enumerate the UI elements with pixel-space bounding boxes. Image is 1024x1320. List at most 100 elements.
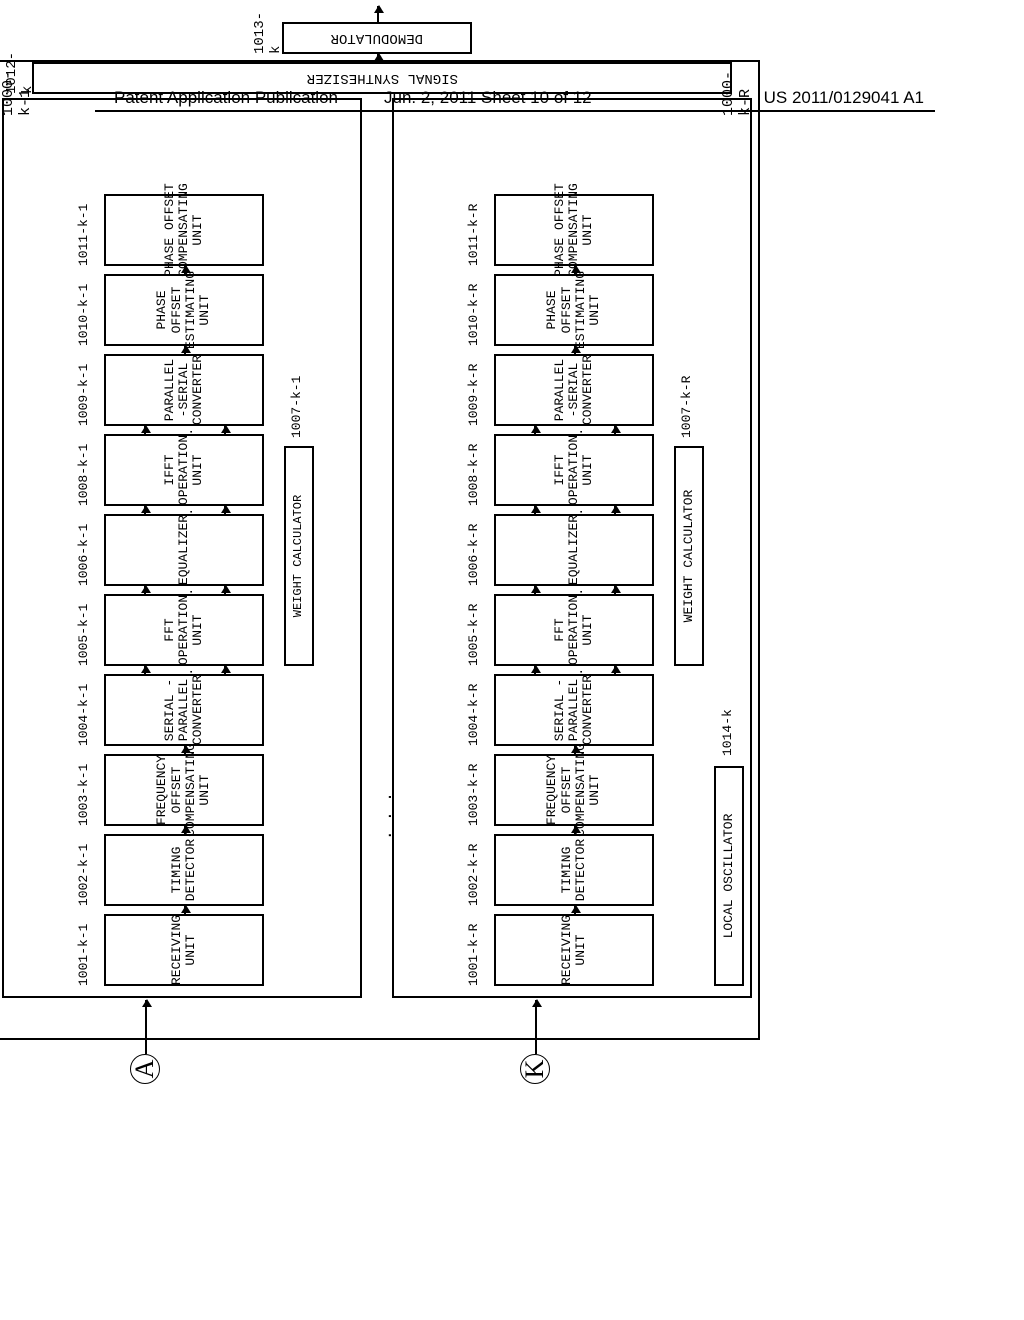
receiving-unit-r-label: RECEIVING UNIT xyxy=(560,915,589,985)
antenna-k-icon: K xyxy=(520,1054,550,1084)
serial-parallel-1-ref: 1004-k-1 xyxy=(76,684,91,746)
local-oscillator-label: LOCAL OSCILLATOR xyxy=(722,814,736,939)
arrow-icon xyxy=(224,666,226,674)
arrow-icon xyxy=(144,666,146,674)
ifft-unit-1-ref: 1008-k-1 xyxy=(76,444,91,506)
fft-unit-1: FFT OPERATION UNIT xyxy=(104,594,264,666)
parallel-serial-r: PARALLEL -SERIAL CONVERTER xyxy=(494,354,654,426)
arrow-icon xyxy=(144,506,146,514)
equalizer-r: EQUALIZER xyxy=(494,514,654,586)
signal-synthesizer: SIGNAL SYNTHESIZER xyxy=(32,62,732,94)
arrow-icon xyxy=(144,586,146,594)
timing-detector-r-label: TIMING DETECTOR xyxy=(560,838,589,902)
equalizer-1-ref: 1006-k-1 xyxy=(76,524,91,586)
parallel-serial-1: PARALLEL -SERIAL CONVERTER xyxy=(104,354,264,426)
figure-area: FIG. 12 . . . 5001-k A K 1000-k-1 RECEIV… xyxy=(0,300,1024,1080)
serial-parallel-r: SERIAL -PARALLEL CONVERTER xyxy=(494,674,654,746)
arrow-icon xyxy=(224,586,226,594)
fft-unit-r: FFT OPERATION UNIT xyxy=(494,594,654,666)
local-oscillator-ref: 1014-k xyxy=(720,709,735,756)
ifft-unit-r-label: IFFT OPERATION UNIT xyxy=(553,435,596,505)
freq-offset-comp-r-label: FREQUENCY OFFSET COMPENSATING UNIT xyxy=(545,743,602,837)
phase-offset-est-1: PHASE OFFSET ESTIMATING UNIT xyxy=(104,274,264,346)
branch-r: 1000-k-R RECEIVING UNIT 1001-k-R TIMING … xyxy=(392,98,752,998)
phase-offset-est-r: PHASE OFFSET ESTIMATING UNIT xyxy=(494,274,654,346)
fft-unit-1-ref: 1005-k-1 xyxy=(76,604,91,666)
weight-calc-1-ref: 1007-k-1 xyxy=(289,376,304,438)
ifft-unit-r: IFFT OPERATION UNIT xyxy=(494,434,654,506)
receiving-unit-r: RECEIVING UNIT xyxy=(494,914,654,986)
freq-offset-comp-1-label: FREQUENCY OFFSET COMPENSATING UNIT xyxy=(155,743,212,837)
timing-detector-r: TIMING DETECTOR xyxy=(494,834,654,906)
weight-calc-r-label: WEIGHT CALCULATOR xyxy=(682,490,696,623)
ifft-unit-r-ref: 1008-k-R xyxy=(466,444,481,506)
phase-offset-comp-1: PHASE OFFSET COMPENSATING UNIT xyxy=(104,194,264,266)
parallel-serial-1-label: PARALLEL -SERIAL CONVERTER xyxy=(163,355,206,425)
antenna-k-line xyxy=(535,1000,537,1054)
serial-parallel-r-label: SERIAL -PARALLEL CONVERTER xyxy=(553,675,596,745)
freq-offset-comp-1: FREQUENCY OFFSET COMPENSATING UNIT xyxy=(104,754,264,826)
ifft-unit-1-label: IFFT OPERATION UNIT xyxy=(163,435,206,505)
arrow-icon xyxy=(224,426,226,434)
signal-synthesizer-ref: 1012-k xyxy=(4,52,36,94)
page: Patent Application Publication Jun. 2, 2… xyxy=(0,0,1024,1320)
arrow-icon xyxy=(574,906,576,914)
phase-offset-comp-r-label: PHASE OFFSET COMPENSATING UNIT xyxy=(553,183,596,277)
weight-calc-r-ref: 1007-k-R xyxy=(679,376,694,438)
arrow-icon xyxy=(614,586,616,594)
receiving-unit-1: RECEIVING UNIT xyxy=(104,914,264,986)
arrow-icon xyxy=(534,426,536,434)
weight-calc-1: WEIGHT CALCULATOR xyxy=(284,446,314,666)
phase-offset-est-r-label: PHASE OFFSET ESTIMATING UNIT xyxy=(545,271,602,349)
arrow-icon xyxy=(614,426,616,434)
weight-calc-r: WEIGHT CALCULATOR xyxy=(674,446,704,666)
ifft-unit-1: IFFT OPERATION UNIT xyxy=(104,434,264,506)
header-right: US 2011/0129041 A1 xyxy=(764,88,924,108)
receiving-unit-1-ref: 1001-k-1 xyxy=(76,924,91,986)
parallel-serial-1-ref: 1009-k-1 xyxy=(76,364,91,426)
arrow-icon xyxy=(377,54,379,62)
signal-synthesizer-label: SIGNAL SYNTHESIZER xyxy=(306,70,457,86)
phase-offset-comp-r-ref: 1011-k-R xyxy=(466,204,481,266)
arrow-icon xyxy=(184,906,186,914)
phase-offset-comp-1-ref: 1011-k-1 xyxy=(76,204,91,266)
timing-detector-1-ref: 1002-k-1 xyxy=(76,844,91,906)
local-oscillator: LOCAL OSCILLATOR xyxy=(714,766,744,986)
freq-offset-comp-1-ref: 1003-k-1 xyxy=(76,764,91,826)
arrow-icon xyxy=(574,746,576,754)
arrow-icon xyxy=(534,506,536,514)
antenna-a-icon: A xyxy=(130,1054,160,1084)
arrow-icon xyxy=(614,506,616,514)
serial-parallel-r-ref: 1004-k-R xyxy=(466,684,481,746)
timing-detector-1: TIMING DETECTOR xyxy=(104,834,264,906)
timing-detector-r-ref: 1002-k-R xyxy=(466,844,481,906)
branch-1: 1000-k-1 RECEIVING UNIT 1001-k-1 TIMING … xyxy=(2,98,362,998)
phase-offset-comp-1-label: PHASE OFFSET COMPENSATING UNIT xyxy=(163,183,206,277)
serial-parallel-1: SERIAL -PARALLEL CONVERTER xyxy=(104,674,264,746)
equalizer-1: EQUALIZER xyxy=(104,514,264,586)
arrow-icon xyxy=(534,666,536,674)
fft-unit-r-label: FFT OPERATION UNIT xyxy=(553,595,596,665)
phase-offset-est-r-ref: 1010-k-R xyxy=(466,284,481,346)
fft-unit-1-label: FFT OPERATION UNIT xyxy=(163,595,206,665)
timing-detector-1-label: TIMING DETECTOR xyxy=(170,838,199,902)
weight-calc-1-label: WEIGHT CALCULATOR xyxy=(292,495,305,617)
freq-offset-comp-r: FREQUENCY OFFSET COMPENSATING UNIT xyxy=(494,754,654,826)
arrow-icon xyxy=(614,666,616,674)
antenna-a-line xyxy=(145,1000,147,1054)
fft-unit-r-ref: 1005-k-R xyxy=(466,604,481,666)
phase-offset-comp-r: PHASE OFFSET COMPENSATING UNIT xyxy=(494,194,654,266)
demodulator: DEMODULATOR xyxy=(282,22,472,54)
serial-parallel-1-label: SERIAL -PARALLEL CONVERTER xyxy=(163,675,206,745)
equalizer-r-ref: 1006-k-R xyxy=(466,524,481,586)
receiving-unit-1-label: RECEIVING UNIT xyxy=(170,915,199,985)
module-outer: 5001-k A K 1000-k-1 RECEIVING UNIT 1001-… xyxy=(0,60,760,1040)
arrow-icon xyxy=(224,506,226,514)
equalizer-1-label: EQUALIZER xyxy=(177,515,191,585)
output-arrow-icon xyxy=(377,6,379,22)
equalizer-r-label: EQUALIZER xyxy=(567,515,581,585)
demodulator-label: DEMODULATOR xyxy=(331,30,423,46)
freq-offset-comp-r-ref: 1003-k-R xyxy=(466,764,481,826)
arrow-icon xyxy=(144,426,146,434)
parallel-serial-r-label: PARALLEL -SERIAL CONVERTER xyxy=(553,355,596,425)
